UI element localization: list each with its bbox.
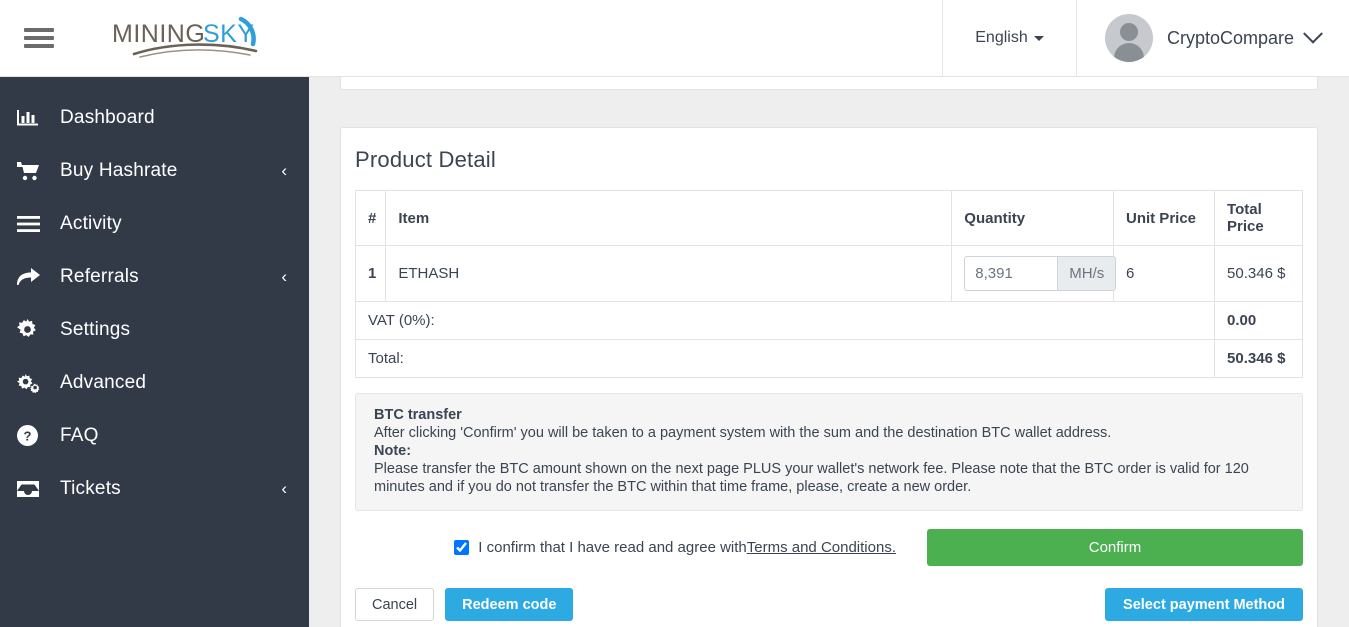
column-header-unit-price: Unit Price xyxy=(1112,190,1216,246)
btc-transfer-notice: BTC transfer After clicking 'Confirm' yo… xyxy=(355,393,1303,511)
select-payment-method-button[interactable]: Select payment Method xyxy=(1105,588,1303,621)
row-quantity-cell: MH/s xyxy=(951,245,1117,302)
sidebar-chevron-icon: ‹ xyxy=(281,479,287,498)
quantity-unit-addon: MH/s xyxy=(1057,256,1117,291)
sidebar-item-activity[interactable]: Activity xyxy=(0,197,309,250)
notice-note-label: Note: xyxy=(374,442,1284,460)
table-row: 1 ETHASH MH/s 6 50.346 $ xyxy=(354,245,1303,302)
quantity-input[interactable] xyxy=(964,256,1058,291)
column-header-quantity: Quantity xyxy=(951,190,1114,246)
sidebar-item-buy-hashrate[interactable]: Buy Hashrate ‹ xyxy=(0,144,309,197)
sidebar-item-dashboard[interactable]: Dashboard xyxy=(0,91,309,144)
redeem-code-button[interactable]: Redeem code xyxy=(445,588,574,621)
terms-checkbox[interactable] xyxy=(454,540,470,555)
sidebar-item-faq[interactable]: ? FAQ xyxy=(0,409,309,462)
chevron-down-icon xyxy=(1303,23,1323,44)
table-header-row: # Item Quantity Unit Price Total Price xyxy=(354,190,1303,246)
sidebar-item-label: Buy Hashrate xyxy=(60,159,178,181)
terms-text: I confirm that I have read and agree wit… xyxy=(478,539,747,556)
sidebar-item-advanced[interactable]: Advanced xyxy=(0,356,309,409)
user-name-label: CryptoCompare xyxy=(1167,27,1295,48)
vat-value: 0.00 xyxy=(1214,301,1303,340)
sidebar-navigation: Dashboard Buy Hashrate ‹ Activity Referr… xyxy=(0,77,309,627)
column-header-number: # xyxy=(354,190,387,246)
product-detail-table: # Item Quantity Unit Price Total Price 1… xyxy=(354,190,1303,378)
brand-logo[interactable]: MINING SKY xyxy=(78,0,275,76)
total-value: 50.346 $ xyxy=(1214,339,1303,378)
sidebar-item-referrals[interactable]: Referrals ‹ xyxy=(0,250,309,303)
total-row: Total: 50.346 $ xyxy=(354,339,1303,378)
page-title: Product Detail xyxy=(355,147,496,172)
main-content-area: Email: info@miningsky.io Product Detail … xyxy=(309,77,1349,627)
row-unit-price: 6 xyxy=(1112,245,1216,302)
confirm-button[interactable]: Confirm xyxy=(927,529,1303,566)
sidebar-toggle-button[interactable] xyxy=(0,0,78,76)
row-number: 1 xyxy=(354,245,387,302)
action-button-row: Cancel Redeem code Select payment Method xyxy=(355,588,1303,621)
user-menu[interactable]: CryptoCompare xyxy=(1077,0,1349,76)
row-total-price: 50.346 $ xyxy=(1214,245,1303,302)
product-detail-card: Product Detail # Item Quantity Unit Pric… xyxy=(340,127,1318,627)
notice-note-body: Please transfer the BTC amount shown on … xyxy=(374,461,1249,495)
vat-label: VAT (0%): xyxy=(354,301,1216,340)
sidebar-chevron-icon: ‹ xyxy=(281,267,287,286)
contact-info-card: Email: info@miningsky.io xyxy=(340,77,1318,90)
gears-icon xyxy=(17,372,47,393)
sidebar-item-label: Activity xyxy=(60,212,122,234)
sidebar-item-tickets[interactable]: Tickets ‹ xyxy=(0,462,309,515)
confirm-row: I confirm that I have read and agree wit… xyxy=(355,529,1303,566)
caret-down-icon xyxy=(1033,35,1044,41)
quantity-input-group: MH/s xyxy=(964,256,1117,291)
list-icon xyxy=(17,215,47,232)
gear-icon xyxy=(17,319,47,340)
sidebar-item-label: Settings xyxy=(60,318,131,340)
top-header-bar: MINING SKY English CryptoCompare xyxy=(0,0,1349,77)
column-header-item: Item xyxy=(385,190,953,246)
column-header-total-price: Total Price xyxy=(1214,190,1303,246)
notice-heading: BTC transfer xyxy=(374,406,1284,424)
sidebar-item-label: Advanced xyxy=(60,371,147,393)
share-icon xyxy=(17,267,47,286)
inbox-icon xyxy=(17,480,47,498)
miningsky-logo-icon: MINING SKY xyxy=(112,16,258,58)
vat-row: VAT (0%): 0.00 xyxy=(354,301,1303,340)
note-label-text: Note: xyxy=(374,443,412,459)
notice-heading-text: BTC transfer xyxy=(374,407,462,423)
terms-agreement[interactable]: I confirm that I have read and agree wit… xyxy=(454,539,896,556)
sidebar-item-label: Dashboard xyxy=(60,106,155,128)
terms-and-conditions-link[interactable]: Terms and Conditions. xyxy=(747,539,896,556)
sidebar-item-label: Referrals xyxy=(60,265,139,287)
header-spacer xyxy=(275,0,942,76)
row-item-name: ETHASH xyxy=(385,245,953,302)
notice-line-1: After clicking 'Confirm' you will be tak… xyxy=(374,425,1112,441)
hamburger-icon xyxy=(24,24,54,52)
language-selector[interactable]: English xyxy=(942,0,1077,76)
sidebar-item-settings[interactable]: Settings xyxy=(0,303,309,356)
bar-chart-icon xyxy=(17,108,47,127)
cancel-button[interactable]: Cancel xyxy=(355,588,435,621)
cart-icon xyxy=(17,161,47,181)
language-label: English xyxy=(975,29,1028,46)
sidebar-item-label: Tickets xyxy=(60,477,121,499)
svg-text:?: ? xyxy=(24,429,32,444)
question-circle-icon: ? xyxy=(17,425,47,446)
sidebar-item-label: FAQ xyxy=(60,424,99,446)
sidebar-chevron-icon: ‹ xyxy=(281,161,287,180)
user-avatar-icon xyxy=(1105,14,1153,62)
total-label: Total: xyxy=(354,339,1216,378)
